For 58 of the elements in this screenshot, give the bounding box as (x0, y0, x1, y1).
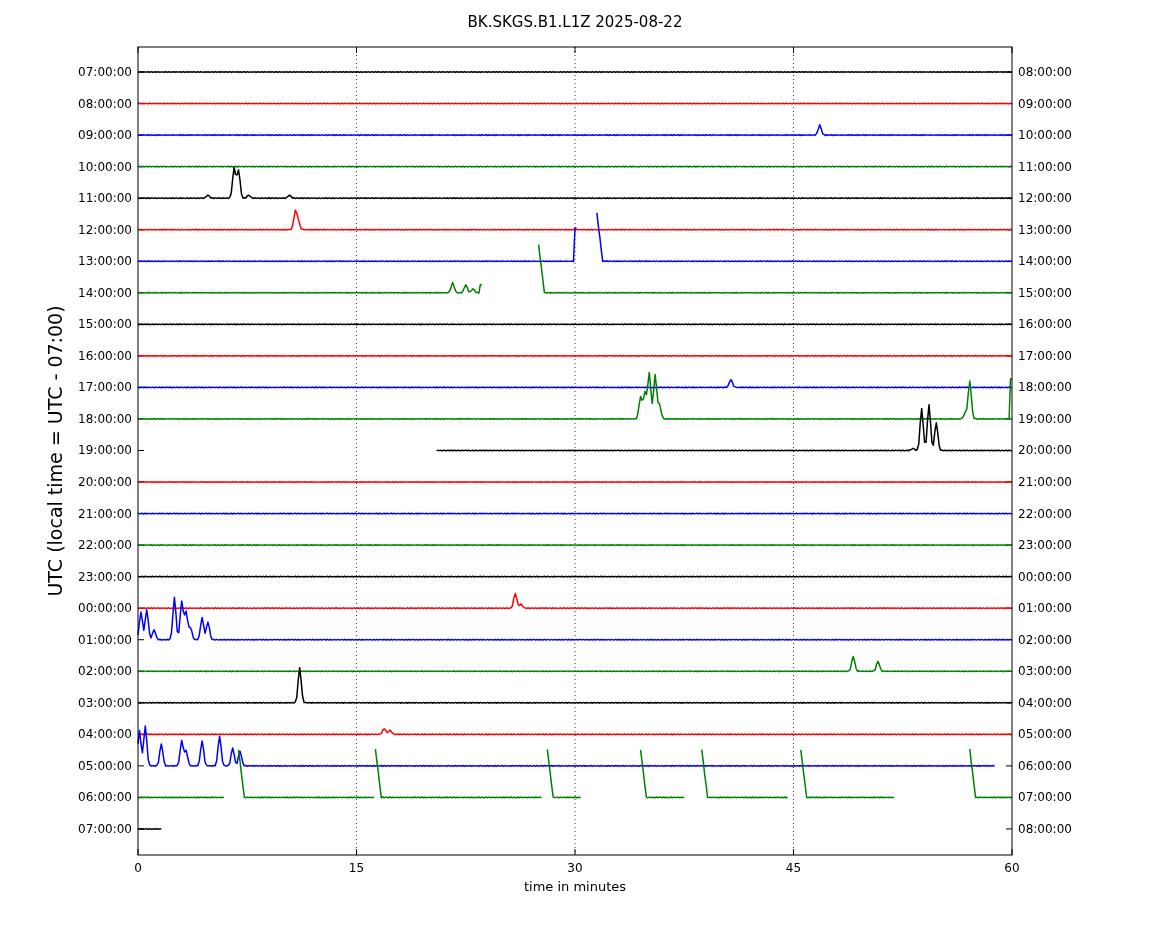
time-label: 04:00:00 (78, 727, 132, 742)
time-label: 19:00:00 (78, 443, 132, 458)
time-label: 04:00:00 (1018, 695, 1072, 710)
time-label: 20:00:00 (78, 475, 132, 489)
time-label: 08:00:00 (78, 96, 132, 111)
time-label: 09:00:00 (1018, 96, 1072, 111)
time-label: 11:00:00 (78, 191, 132, 206)
time-label: 10:00:00 (1018, 128, 1072, 143)
time-label: 15:00:00 (1018, 285, 1072, 300)
time-label: 06:00:00 (1018, 758, 1072, 773)
tick-label: 15 (348, 861, 365, 875)
time-label: 15:00:00 (78, 317, 132, 332)
time-label: 21:00:00 (1018, 475, 1072, 489)
time-label: 07:00:00 (78, 821, 132, 836)
time-label: 08:00:00 (1018, 65, 1072, 79)
time-label: 16:00:00 (1018, 317, 1072, 332)
time-label: 06:00:00 (78, 790, 132, 805)
tick-label: 45 (785, 861, 802, 875)
time-label: 01:00:00 (1018, 601, 1072, 616)
tick-label: 0 (134, 861, 142, 875)
time-label: 23:00:00 (78, 569, 132, 584)
tick-label: 60 (1004, 861, 1020, 875)
time-label: 10:00:00 (78, 159, 132, 174)
axis-label: time in minutes (523, 879, 627, 894)
plot-title: BK.SKGS.B1.L1Z 2025-08-22 (467, 13, 683, 31)
time-label: 07:00:00 (1018, 790, 1072, 805)
time-label: 19:00:00 (1018, 411, 1072, 426)
time-label: 17:00:00 (1018, 348, 1072, 363)
time-label: 14:00:00 (78, 285, 132, 300)
axis-label: UTC (local time = UTC - 07:00) (44, 305, 66, 597)
time-label: 03:00:00 (1018, 664, 1072, 679)
time-label: 13:00:00 (1018, 222, 1072, 237)
time-label: 09:00:00 (78, 128, 132, 143)
time-label: 03:00:00 (78, 695, 132, 710)
time-label: 12:00:00 (1018, 191, 1072, 206)
time-label: 08:00:00 (1018, 821, 1072, 836)
time-label: 00:00:00 (1018, 569, 1072, 584)
time-label: 02:00:00 (78, 664, 132, 679)
time-label: 22:00:00 (78, 538, 132, 553)
time-label: 23:00:00 (1018, 538, 1072, 553)
time-label: 00:00:00 (78, 601, 132, 616)
time-label: 16:00:00 (78, 348, 132, 363)
time-label: 14:00:00 (1018, 254, 1072, 269)
time-label: 20:00:00 (1018, 443, 1072, 458)
time-label: 22:00:00 (1018, 506, 1072, 521)
time-label: 18:00:00 (1018, 380, 1072, 395)
time-label: 05:00:00 (1018, 727, 1072, 742)
time-label: 01:00:00 (78, 632, 132, 647)
time-label: 11:00:00 (1018, 159, 1072, 174)
time-label: 02:00:00 (1018, 632, 1072, 647)
tick-label: 30 (567, 861, 583, 875)
time-label: 05:00:00 (78, 758, 132, 773)
time-label: 12:00:00 (78, 222, 132, 237)
time-label: 21:00:00 (78, 506, 132, 521)
time-label: 17:00:00 (78, 380, 132, 395)
time-label: 13:00:00 (78, 254, 132, 269)
time-label: 07:00:00 (78, 65, 132, 79)
time-label: 18:00:00 (78, 411, 132, 426)
